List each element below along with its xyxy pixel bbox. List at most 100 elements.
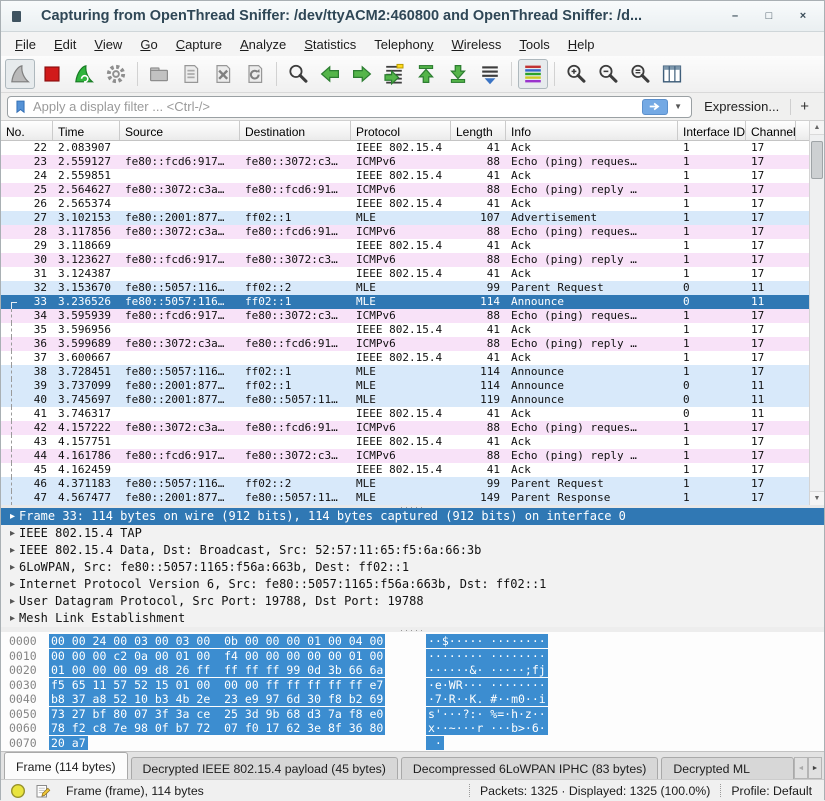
scroll-down-icon[interactable]: ▼: [810, 491, 824, 505]
save-file-button[interactable]: [176, 59, 206, 89]
byte-tab-2[interactable]: Decompressed 6LoWPAN IPHC (83 bytes): [401, 757, 659, 779]
packet-row-41[interactable]: 413.746317IEEE 802.15.441Ack011: [1, 407, 811, 421]
hex-ascii[interactable]: ·e·WR··· ········: [426, 678, 548, 693]
go-last-button[interactable]: [443, 59, 473, 89]
find-packet-button[interactable]: [283, 59, 313, 89]
column-header-info[interactable]: Info: [506, 121, 678, 140]
hex-bytes[interactable]: 20 a7: [49, 736, 397, 751]
menu-item-statistics[interactable]: Statistics: [295, 34, 365, 55]
packet-row-26[interactable]: 262.565374IEEE 802.15.441Ack117: [1, 197, 811, 211]
expert-info-icon[interactable]: [10, 783, 26, 799]
hex-bytes[interactable]: f5 65 11 57 52 15 01 00 00 00 ff ff ff f…: [49, 678, 397, 693]
packet-row-28[interactable]: 283.117856fe80::3072:c3a…fe80::fcd6:91…I…: [1, 225, 811, 239]
menu-item-capture[interactable]: Capture: [167, 34, 231, 55]
menu-item-wireless[interactable]: Wireless: [443, 34, 511, 55]
expand-arrow-icon[interactable]: ▸: [6, 610, 19, 627]
packet-row-42[interactable]: 424.157222fe80::3072:c3a…fe80::fcd6:91…I…: [1, 421, 811, 435]
expand-arrow-icon[interactable]: ▸: [6, 559, 19, 576]
expand-arrow-icon[interactable]: ▸: [6, 508, 19, 525]
display-filter-input[interactable]: [29, 99, 642, 114]
column-header-destination[interactable]: Destination: [240, 121, 351, 140]
column-header-protocol[interactable]: Protocol: [351, 121, 451, 140]
hex-ascii[interactable]: x··~···r ···b>·6·: [426, 721, 548, 736]
expand-arrow-icon[interactable]: ▸: [6, 525, 19, 542]
scrollbar-thumb[interactable]: [811, 141, 823, 179]
expand-arrow-icon[interactable]: ▸: [6, 542, 19, 559]
expand-arrow-icon[interactable]: ▸: [6, 593, 19, 610]
packet-row-45[interactable]: 454.162459IEEE 802.15.441Ack117: [1, 463, 811, 477]
packet-row-29[interactable]: 293.118669IEEE 802.15.441Ack117: [1, 239, 811, 253]
start-capture-button[interactable]: [5, 59, 35, 89]
go-forward-button[interactable]: [347, 59, 377, 89]
byte-tab-3[interactable]: Decrypted ML: [661, 757, 794, 779]
detail-row[interactable]: ▸IEEE 802.15.4 Data, Dst: Broadcast, Src…: [1, 542, 824, 559]
packet-row-23[interactable]: 232.559127fe80::fcd6:917…fe80::3072:c3…I…: [1, 155, 811, 169]
tab-scroll-right-button[interactable]: ►: [808, 757, 822, 779]
column-header-no[interactable]: No.: [1, 121, 53, 140]
scroll-up-icon[interactable]: ▲: [810, 121, 824, 135]
capture-options-button[interactable]: [101, 59, 131, 89]
packet-row-40[interactable]: 403.745697fe80::2001:877…fe80::5057:11…M…: [1, 393, 811, 407]
zoom-reset-button[interactable]: [625, 59, 655, 89]
reload-file-button[interactable]: [240, 59, 270, 89]
open-file-button[interactable]: [144, 59, 174, 89]
packet-row-36[interactable]: 363.599689fe80::3072:c3a…fe80::fcd6:91…I…: [1, 337, 811, 351]
go-to-packet-button[interactable]: [379, 59, 409, 89]
go-back-button[interactable]: [315, 59, 345, 89]
menu-item-view[interactable]: View: [85, 34, 131, 55]
packet-row-31[interactable]: 313.124387IEEE 802.15.441Ack117: [1, 267, 811, 281]
hex-bytes[interactable]: 01 00 00 00 09 d8 26 ff ff ff ff 99 0d 3…: [49, 663, 397, 678]
filter-bookmark-icon[interactable]: [11, 98, 29, 116]
column-header-channel[interactable]: Channel: [746, 121, 796, 140]
hex-ascii[interactable]: ··$····· ········: [426, 634, 548, 649]
packet-row-25[interactable]: 252.564627fe80::3072:c3a…fe80::fcd6:91…I…: [1, 183, 811, 197]
packet-row-27[interactable]: 273.102153fe80::2001:877…ff02::1MLE107Ad…: [1, 211, 811, 225]
detail-row[interactable]: ▸Frame 33: 114 bytes on wire (912 bits),…: [1, 508, 824, 525]
restart-capture-button[interactable]: [69, 59, 99, 89]
colorize-button[interactable]: [518, 59, 548, 89]
hex-bytes[interactable]: 78 f2 c8 7e 98 0f b7 72 07 f0 17 62 3e 8…: [49, 721, 397, 736]
column-header-source[interactable]: Source: [120, 121, 240, 140]
detail-row[interactable]: ▸Internet Protocol Version 6, Src: fe80:…: [1, 576, 824, 593]
packet-row-38[interactable]: 383.728451fe80::5057:116…ff02::1MLE114An…: [1, 365, 811, 379]
packet-row-22[interactable]: 222.083907IEEE 802.15.441Ack117: [1, 141, 811, 155]
menu-item-go[interactable]: Go: [131, 34, 166, 55]
menu-item-file[interactable]: File: [6, 34, 45, 55]
packet-row-44[interactable]: 444.161786fe80::fcd6:917…fe80::3072:c3…I…: [1, 449, 811, 463]
packet-row-39[interactable]: 393.737099fe80::2001:877…ff02::1MLE114An…: [1, 379, 811, 393]
packet-row-37[interactable]: 373.600667IEEE 802.15.441Ack117: [1, 351, 811, 365]
hex-bytes[interactable]: b8 37 a8 52 10 b3 4b 2e 23 e9 97 6d 30 f…: [49, 692, 397, 707]
column-header-length[interactable]: Length: [451, 121, 506, 140]
packet-list-scrollbar[interactable]: ▲ ▼: [809, 121, 824, 505]
expand-arrow-icon[interactable]: ▸: [6, 576, 19, 593]
hex-ascii[interactable]: ·: [426, 736, 444, 751]
stop-capture-button[interactable]: [37, 59, 67, 89]
packet-row-30[interactable]: 303.123627fe80::fcd6:917…fe80::3072:c3…I…: [1, 253, 811, 267]
hex-bytes[interactable]: 73 27 bf 80 07 3f 3a ce 25 3d 9b 68 d3 7…: [49, 707, 397, 722]
minimize-button[interactable]: –: [728, 9, 742, 23]
packet-row-35[interactable]: 353.596956IEEE 802.15.441Ack117: [1, 323, 811, 337]
zoom-in-button[interactable]: [561, 59, 591, 89]
menu-item-tools[interactable]: Tools: [510, 34, 558, 55]
menu-item-telephony[interactable]: Telephony: [365, 34, 442, 55]
byte-tab-1[interactable]: Decrypted IEEE 802.15.4 payload (45 byte…: [131, 757, 398, 779]
hex-bytes[interactable]: 00 00 00 c2 0a 00 01 00 f4 00 00 00 00 0…: [49, 649, 397, 664]
expression-button[interactable]: Expression...: [692, 99, 790, 114]
auto-scroll-button[interactable]: [475, 59, 505, 89]
hex-ascii[interactable]: ········ ········: [426, 649, 548, 664]
menu-item-analyze[interactable]: Analyze: [231, 34, 295, 55]
packet-row-34[interactable]: 343.595939fe80::fcd6:917…fe80::3072:c3…I…: [1, 309, 811, 323]
maximize-button[interactable]: □: [762, 9, 776, 23]
detail-row[interactable]: ▸IEEE 802.15.4 TAP: [1, 525, 824, 542]
resize-columns-button[interactable]: [657, 59, 687, 89]
detail-row[interactable]: ▸User Datagram Protocol, Src Port: 19788…: [1, 593, 824, 610]
filter-dropdown-button[interactable]: ▼: [668, 102, 688, 111]
zoom-out-button[interactable]: [593, 59, 623, 89]
hex-ascii[interactable]: ······&· ·····;fj: [426, 663, 548, 678]
menu-item-help[interactable]: Help: [559, 34, 604, 55]
packet-row-46[interactable]: 464.371183fe80::5057:116…ff02::2MLE99Par…: [1, 477, 811, 491]
byte-tab-0[interactable]: Frame (114 bytes): [4, 752, 128, 779]
close-button[interactable]: ×: [796, 9, 810, 23]
go-first-button[interactable]: [411, 59, 441, 89]
tab-scroll-left-button[interactable]: ◄: [794, 757, 808, 779]
